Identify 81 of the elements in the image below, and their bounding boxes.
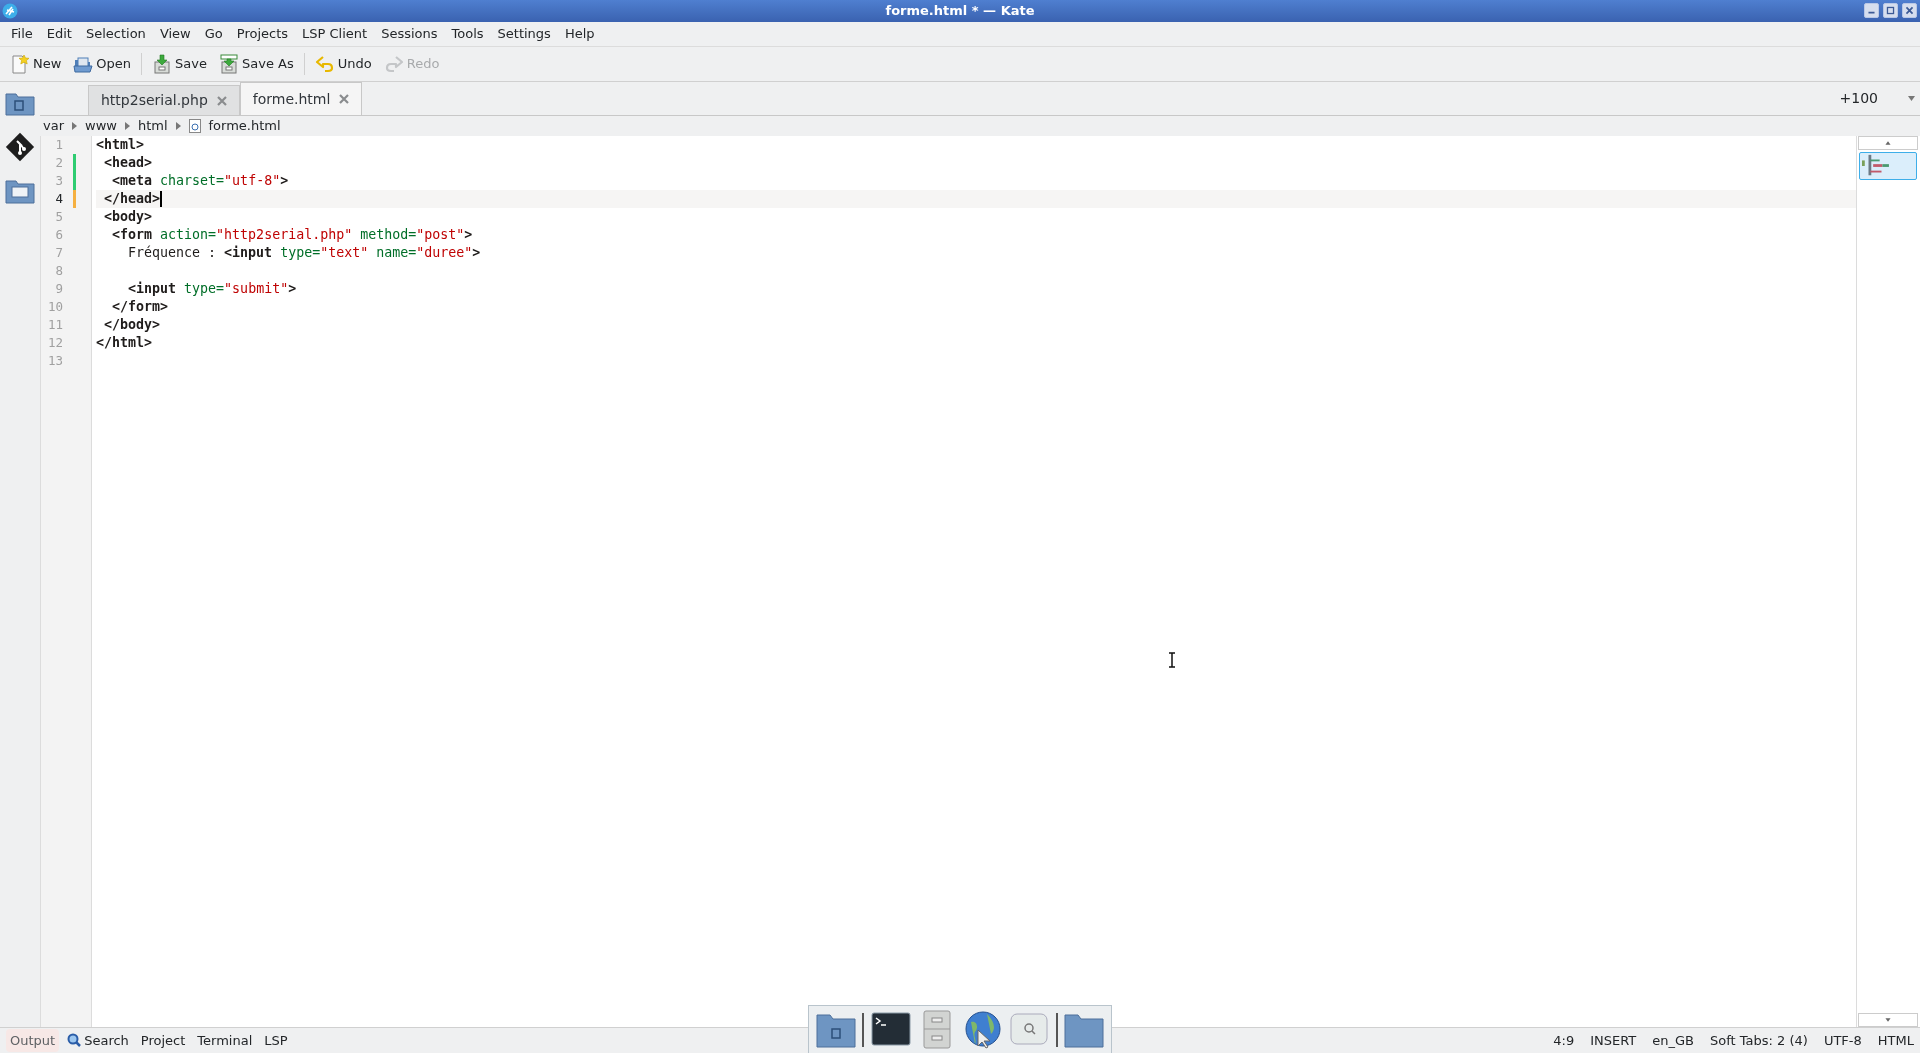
line-number: 2 (54, 154, 63, 172)
code-line: <body> (103, 209, 153, 224)
menu-item[interactable]: LSP Client (295, 22, 375, 46)
line-number: 4 (54, 190, 63, 208)
text-cursor-icon (1168, 652, 1176, 668)
menu-item[interactable]: File (4, 22, 40, 46)
status-item[interactable]: INSERT (1590, 1030, 1637, 1051)
panel-tab[interactable]: Search (63, 1028, 133, 1053)
status-item[interactable]: 4:9 (1553, 1030, 1575, 1051)
minimap-drawing[interactable] (1859, 152, 1917, 180)
globe-icon[interactable] (963, 1009, 1004, 1050)
status-item[interactable]: UTF-8 (1823, 1030, 1862, 1051)
line-number: 1 (54, 136, 63, 154)
menu-item[interactable]: Sessions (374, 22, 445, 46)
breadcrumb-item[interactable]: www (85, 116, 117, 136)
app-logo-icon (2, 3, 18, 19)
code-line: </head> (103, 191, 161, 206)
dropdown-caret-icon[interactable] (1908, 96, 1915, 101)
code-line: </body> (103, 317, 161, 332)
line-number: 7 (54, 244, 63, 262)
menu-item[interactable]: Go (197, 22, 230, 46)
chevron-right-icon (175, 122, 181, 130)
panel-tab[interactable]: LSP (260, 1028, 292, 1053)
text-caret (160, 191, 163, 207)
code-line: <meta charset="utf-8"> (111, 173, 289, 188)
status-item[interactable]: HTML (1877, 1030, 1914, 1051)
code-line: <html> (96, 137, 145, 152)
menu-item[interactable]: Help (557, 22, 602, 46)
code-line: Fréquence : <input type="text" name="duree"> (127, 245, 481, 260)
line-number: 3 (54, 172, 63, 190)
line-number: 11 (46, 316, 63, 334)
line-number: 12 (46, 334, 63, 352)
status-item[interactable]: Soft Tabs: 2 (4) (1710, 1030, 1808, 1051)
document-tab[interactable]: http2serial.php (88, 85, 240, 115)
breadcrumb-item[interactable]: html (137, 116, 168, 136)
code-line: </html> (96, 335, 153, 350)
line-number: 13 (46, 352, 63, 370)
panel-tab[interactable]: Output (6, 1028, 60, 1053)
chevron-right-icon (124, 122, 130, 130)
menu-item[interactable]: Edit (39, 22, 79, 46)
window-title: forme.html * — Kate (885, 2, 1035, 20)
menu-item[interactable]: View (152, 22, 198, 46)
search-icon (67, 1032, 82, 1047)
close-icon[interactable] (339, 94, 350, 104)
maximize-icon[interactable] (1883, 3, 1898, 18)
undo-button[interactable]: Undo (308, 52, 378, 76)
menu-item[interactable]: Tools (444, 22, 491, 46)
file-icon (188, 119, 201, 133)
line-number: 6 (54, 226, 63, 244)
panel-tab[interactable]: Project (136, 1028, 190, 1053)
breadcrumb-item[interactable]: forme.html (208, 116, 281, 136)
save-icon (152, 54, 173, 74)
chevron-right-icon (72, 122, 77, 130)
close-icon[interactable] (216, 95, 227, 106)
line-number: 8 (54, 262, 63, 280)
breadcrumb-item[interactable]: var (43, 116, 64, 136)
close-icon[interactable] (1902, 3, 1917, 18)
panel-tab[interactable]: Terminal (193, 1028, 257, 1053)
tab-counter[interactable]: +100 (1839, 88, 1878, 109)
document-tab[interactable]: forme.html (239, 82, 363, 115)
line-number: 5 (54, 208, 63, 226)
new-document-icon (10, 54, 30, 74)
menu-item[interactable]: Settings (490, 22, 558, 46)
documents-folder-icon[interactable] (5, 90, 35, 116)
code-line: </form> (111, 299, 169, 314)
line-number: 9 (54, 280, 63, 298)
line-number: 10 (46, 298, 63, 316)
folder-icon[interactable] (5, 178, 35, 204)
status-item[interactable]: en_GB (1652, 1030, 1694, 1051)
menu-item[interactable]: Selection (78, 22, 153, 46)
minimize-icon[interactable] (1864, 3, 1879, 18)
open-folder-icon (73, 54, 94, 74)
menu-item[interactable]: Projects (229, 22, 296, 46)
save-as-button[interactable]: Save As (213, 52, 300, 76)
code-line: <form action="http2serial.php" method="post"> (111, 227, 473, 242)
new-button[interactable]: New (4, 52, 68, 76)
save-as-icon (219, 54, 239, 74)
code-line: <input type="submit"> (127, 281, 297, 296)
save-button[interactable]: Save (146, 52, 213, 76)
code-line: <head> (103, 155, 153, 170)
open-button[interactable]: Open (67, 52, 138, 76)
